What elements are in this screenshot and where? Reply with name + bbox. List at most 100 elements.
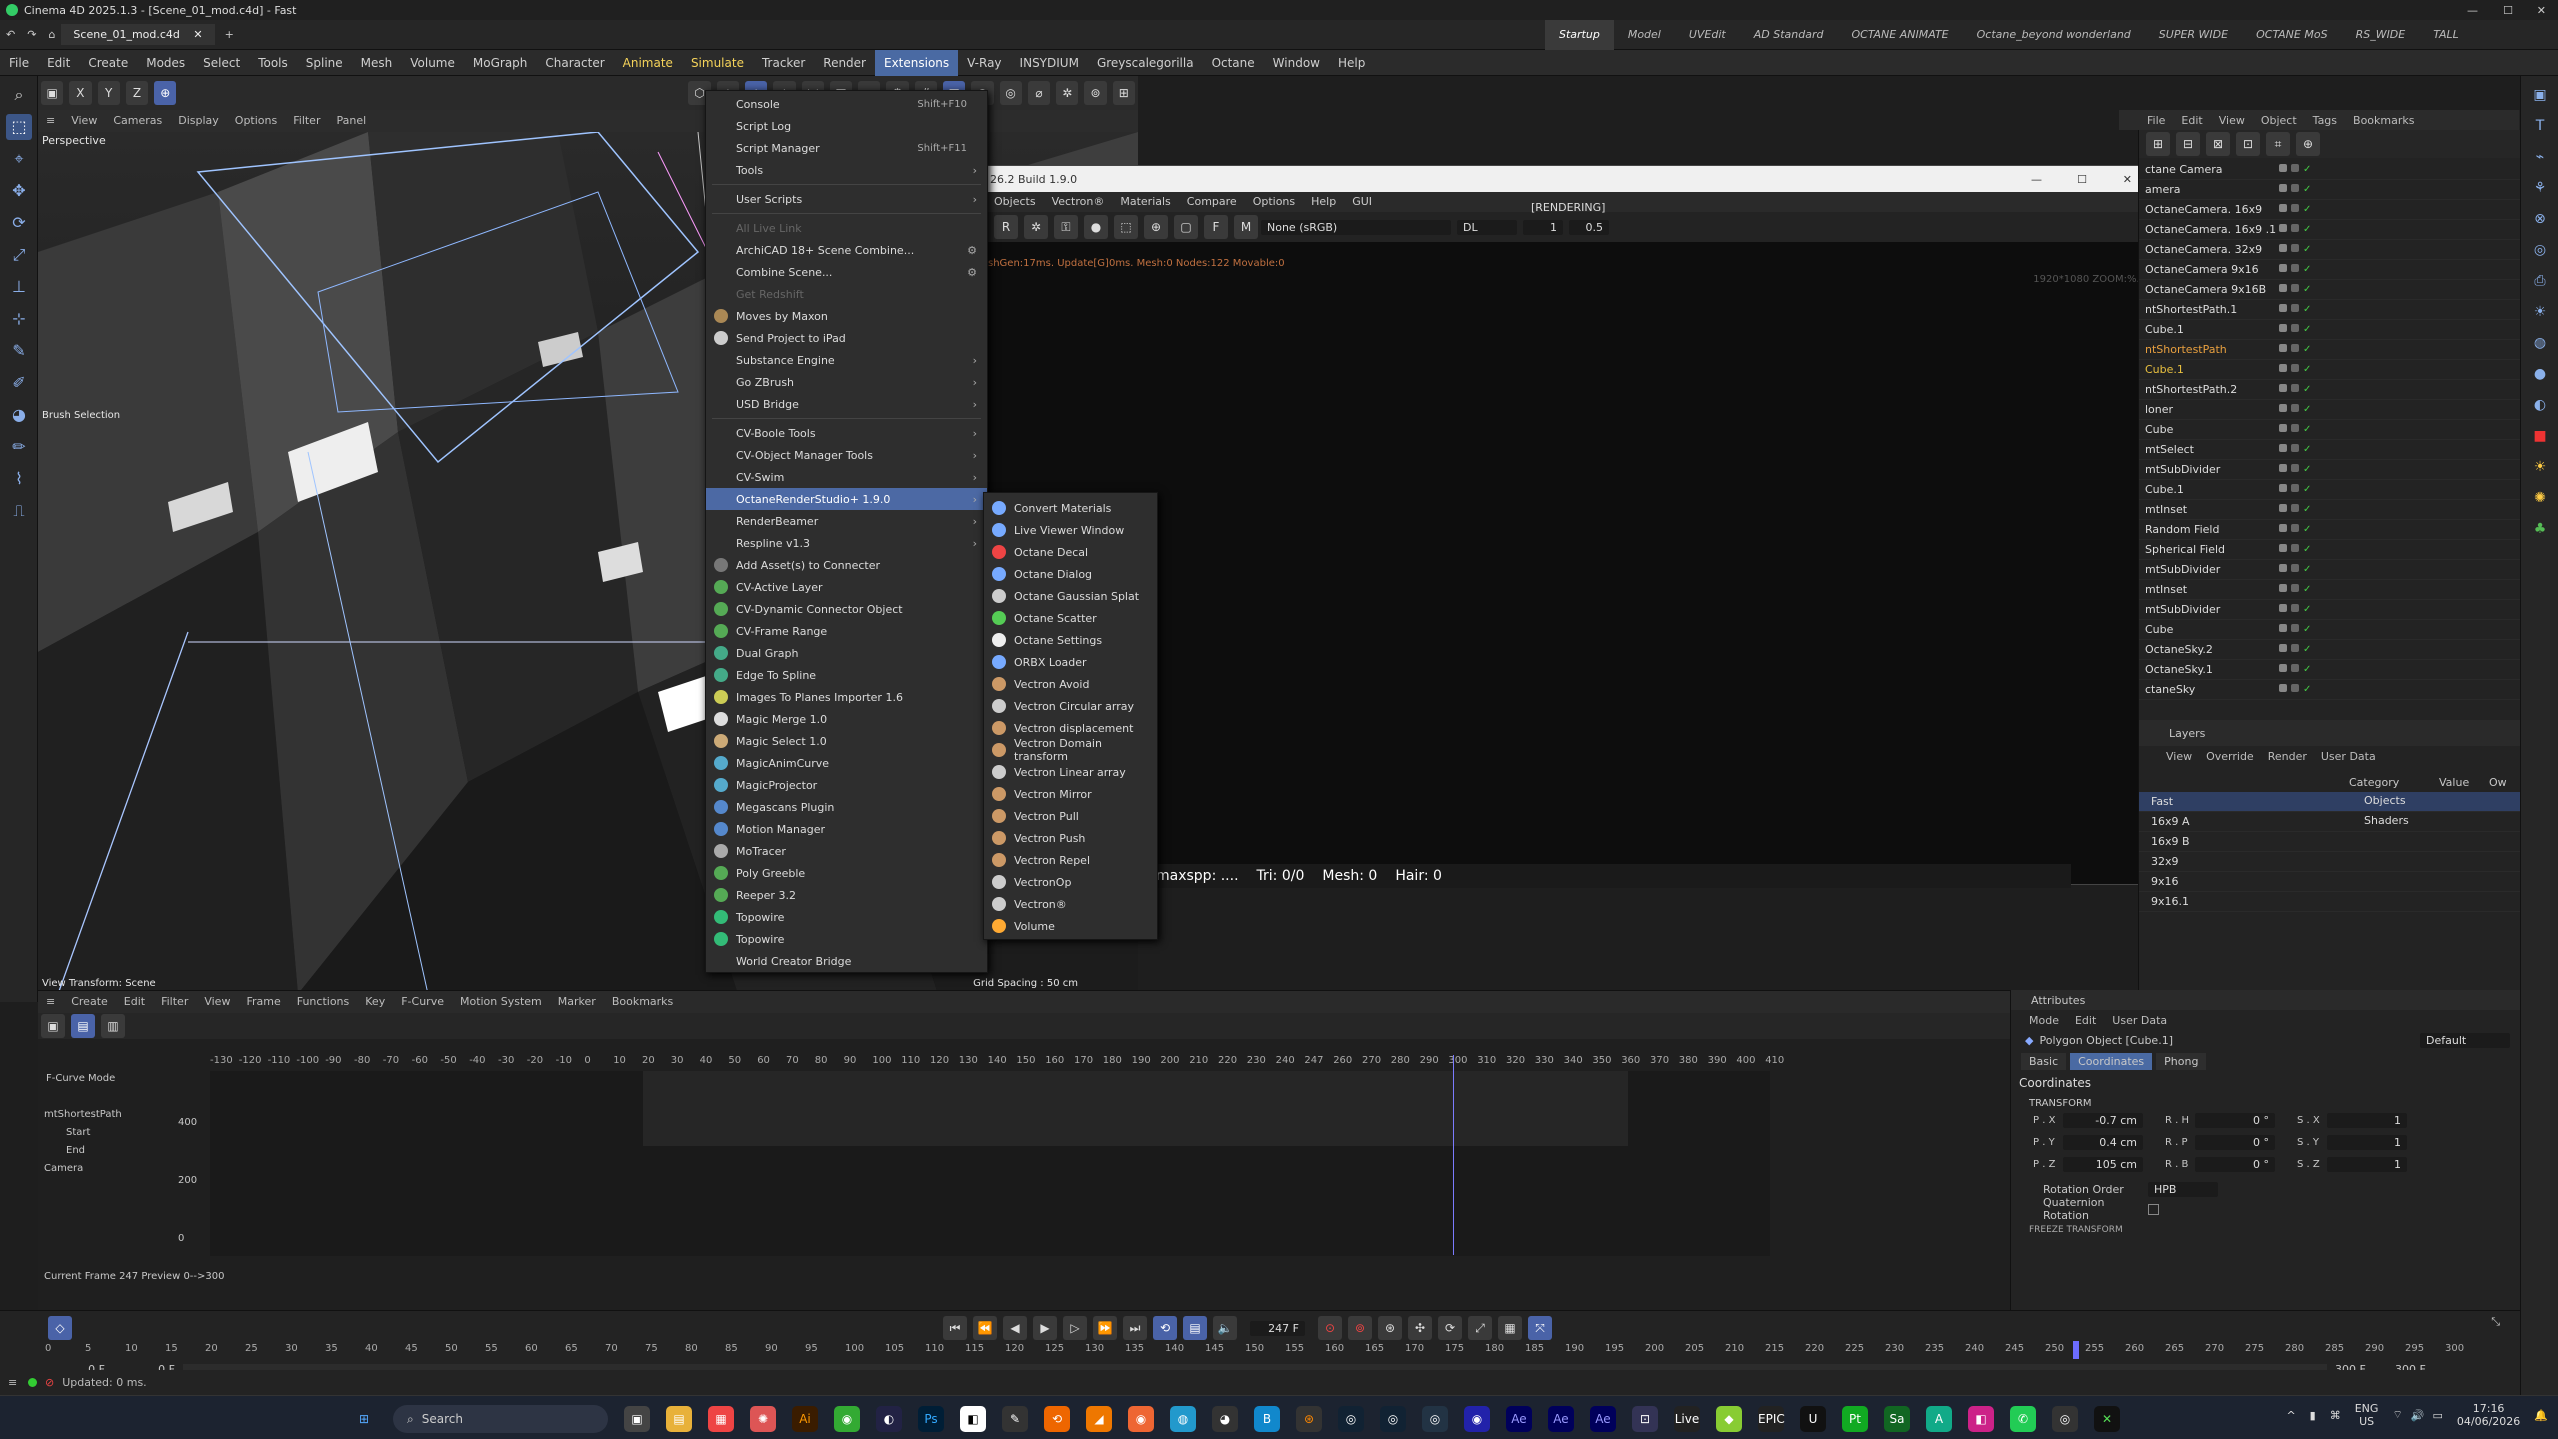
visibility-dot[interactable] (2279, 184, 2287, 192)
menu-octane[interactable]: Octane (1203, 50, 1264, 76)
octane-submenu-item[interactable]: Octane Settings (984, 629, 1157, 651)
render-dot[interactable] (2291, 424, 2299, 432)
enable-check-icon[interactable]: ✓ (2303, 364, 2311, 375)
axis-z-button[interactable]: Z (125, 81, 149, 105)
om-icon-1[interactable]: ⊞ (2146, 132, 2170, 156)
octane-menu-item[interactable]: Vectron® (1044, 192, 1113, 212)
object-row[interactable]: OctaneCamera. 16x9 .1 ✓ (2139, 220, 2520, 240)
visibility-dot[interactable] (2279, 524, 2287, 532)
ext-menu-item[interactable]: CV-Dynamic Connector Object (706, 598, 987, 620)
render-dot[interactable] (2291, 324, 2299, 332)
render-dot[interactable] (2291, 204, 2299, 212)
octane-lock-icon[interactable]: ⚿ (1054, 215, 1078, 239)
enable-check-icon[interactable]: ✓ (2303, 684, 2311, 695)
octane-submenu-item[interactable]: Live Viewer Window (984, 519, 1157, 541)
menu-simulate[interactable]: Simulate (682, 50, 753, 76)
search-icon[interactable]: ⌕ (6, 82, 32, 108)
ext-menu-item[interactable]: MagicProjector (706, 774, 987, 796)
ext-menu-item[interactable]: CV-Active Layer (706, 576, 987, 598)
app-icon-3[interactable]: ◐ (876, 1406, 902, 1432)
keyframe-mode-icon[interactable]: ◇ (48, 1316, 72, 1340)
rotation-order-select[interactable]: HPB (2148, 1181, 2218, 1197)
viewport-menu-filter[interactable]: Filter (285, 110, 328, 132)
render-dot[interactable] (2291, 384, 2299, 392)
layout-tab[interactable]: TALL (2419, 20, 2473, 50)
enable-check-icon[interactable]: ✓ (2303, 164, 2311, 175)
expand-icon[interactable]: ⤡ (2491, 1315, 2500, 1329)
visibility-dot[interactable] (2279, 464, 2287, 472)
transform-field-value[interactable]: -0.7 cm (2063, 1113, 2143, 1128)
enable-check-icon[interactable]: ✓ (2303, 624, 2311, 635)
layout-tab[interactable]: Startup (1545, 20, 1614, 50)
object-row[interactable]: OctaneCamera 9x16 ✓ (2139, 260, 2520, 280)
visibility-dot[interactable] (2279, 644, 2287, 652)
octane-minimize[interactable]: — (2031, 173, 2042, 186)
menu-create[interactable]: Create (79, 50, 137, 76)
chrome-icon[interactable]: ◉ (834, 1406, 860, 1432)
axis-icon[interactable]: ⊥ (6, 274, 32, 300)
tray-language[interactable]: ENG (2355, 1402, 2379, 1415)
object-row[interactable]: mtSelect ✓ (2139, 440, 2520, 460)
render-dot[interactable] (2291, 664, 2299, 672)
tweak-icon[interactable]: ⊞ (1112, 81, 1135, 105)
blender-icon[interactable]: ⊛ (1296, 1406, 1322, 1432)
select-tool-icon[interactable]: ⬚ (6, 114, 32, 140)
object-row[interactable]: ntShortestPath.2 ✓ (2139, 380, 2520, 400)
app-icon-16[interactable]: Sa (1884, 1406, 1910, 1432)
paint-icon[interactable]: ✐ (6, 370, 32, 396)
visibility-dot[interactable] (2279, 544, 2287, 552)
attributes-menu-item[interactable]: User Data (2104, 1014, 2175, 1027)
menu-file[interactable]: File (0, 50, 38, 76)
object-row[interactable]: Cube.1 ✓ (2139, 480, 2520, 500)
enable-check-icon[interactable]: ✓ (2303, 464, 2311, 475)
notification-icon[interactable]: 🔔 (2534, 1409, 2548, 1422)
app-icon-4[interactable]: ◧ (960, 1406, 986, 1432)
attributes-preset[interactable]: Default (2420, 1032, 2510, 1048)
menu-tools[interactable]: Tools (249, 50, 297, 76)
octane-submenu-item[interactable]: Vectron Pull (984, 805, 1157, 827)
render-dot[interactable] (2291, 224, 2299, 232)
snap-icon[interactable]: ⊹ (6, 306, 32, 332)
transform-section[interactable]: TRANSFORM (2011, 1094, 2520, 1113)
timeline-menu-item[interactable]: Key (357, 991, 393, 1013)
layout-tab[interactable]: RS_WIDE (2342, 20, 2420, 50)
layers-tab-label[interactable]: Layers (2169, 727, 2205, 740)
tl-icon-3[interactable]: ▥ (101, 1014, 125, 1038)
enable-check-icon[interactable]: ✓ (2303, 244, 2311, 255)
render-dot[interactable] (2291, 364, 2299, 372)
illustrator-icon[interactable]: Ai (792, 1406, 818, 1432)
layer-row[interactable]: 32x9 (2139, 852, 2520, 872)
loop-icon[interactable]: ⟲ (1153, 1316, 1177, 1340)
after-effects-icon-1[interactable]: Ae (1506, 1406, 1532, 1432)
status-stop-icon[interactable]: ⊘ (45, 1376, 54, 1389)
render-dot[interactable] (2291, 464, 2299, 472)
object-row[interactable]: ntShortestPath ✓ (2139, 340, 2520, 360)
octane-submenu-item[interactable]: Octane Gaussian Splat (984, 585, 1157, 607)
app-icon-10[interactable]: B (1254, 1406, 1280, 1432)
object-row[interactable]: mtSubDivider ✓ (2139, 600, 2520, 620)
light-icon[interactable]: ☀ (2528, 300, 2552, 324)
ext-menu-item[interactable]: Megascans Plugin (706, 796, 987, 818)
tl-icon-1[interactable]: ▣ (41, 1014, 65, 1038)
octane-record-icon[interactable]: ● (1084, 215, 1108, 239)
render-dot[interactable] (2291, 564, 2299, 572)
wifi-icon[interactable]: ⌔ (2392, 1408, 2402, 1422)
object-row[interactable]: Spherical Field ✓ (2139, 540, 2520, 560)
scale-tool-icon[interactable]: ⤢ (6, 242, 32, 268)
range-icon[interactable]: ▤ (1183, 1316, 1207, 1340)
timeline-track[interactable]: Camera (38, 1163, 198, 1181)
octane-kernel[interactable]: DL (1457, 219, 1517, 235)
go-end-icon[interactable]: ⏭ (1123, 1316, 1147, 1340)
object-row[interactable]: Cube ✓ (2139, 420, 2520, 440)
ext-menu-item[interactable]: Edge To Spline (706, 664, 987, 686)
axis-x-button[interactable]: X (69, 81, 92, 105)
render-dot[interactable] (2291, 644, 2299, 652)
frame-ruler[interactable]: 0 5 10 15 20 25 30 35 40 45 50 55 60 65 70 75 80 85 90 95 10… (45, 1343, 2464, 1357)
sound-icon[interactable]: 🔈 (1213, 1316, 1237, 1340)
octane-settings-icon[interactable]: ✲ (1024, 215, 1048, 239)
layer-category[interactable]: Objects (2364, 794, 2406, 807)
epic-icon[interactable]: EPIC (1758, 1406, 1785, 1432)
ext-menu-item[interactable]: Respline v1.3 › (706, 532, 987, 554)
ext-menu-item[interactable]: OctaneRenderStudio+ 1.9.0 › (706, 488, 987, 510)
unreal-icon[interactable]: U (1800, 1406, 1826, 1432)
